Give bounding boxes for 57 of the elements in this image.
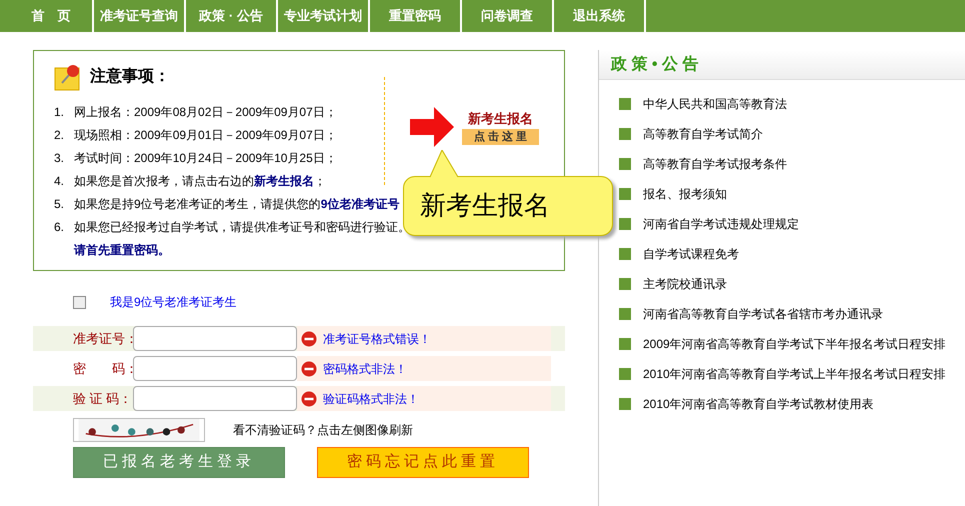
policy-link[interactable]: 高等教育自学考试简介 <box>643 125 763 143</box>
policy-link[interactable]: 2009年河南省高等教育自学考试下半年报名考试日程安排 <box>643 335 946 353</box>
item-number: 2. <box>54 127 66 144</box>
item-number: 3. <box>54 150 66 167</box>
policy-link[interactable]: 2010年河南省高等教育自学考试教材使用表 <box>643 395 874 413</box>
notice-note: 请首先重置密码。 <box>74 242 171 259</box>
policy-link[interactable]: 高等教育自学考试报考条件 <box>643 155 787 173</box>
error-message: 准考证号格式错误！ <box>297 326 551 351</box>
bullet-icon <box>619 398 631 410</box>
callout-bubble: 新考生报名 <box>403 176 613 236</box>
policy-link[interactable]: 自学考试课程免考 <box>643 245 739 263</box>
bullet-icon <box>619 128 631 140</box>
error-message: 验证码格式非法！ <box>297 386 551 411</box>
promo-title[interactable]: 新考生报名 <box>468 109 534 128</box>
field-label: 验 证 码： <box>72 390 133 408</box>
bullet-icon <box>619 98 631 110</box>
bullet-icon <box>619 338 631 350</box>
policy-link[interactable]: 河南省自学考试违规处理规定 <box>643 215 799 233</box>
bullet-icon <box>619 308 631 320</box>
bullet-icon <box>619 218 631 230</box>
input-field[interactable] <box>133 326 297 351</box>
policy-link[interactable]: 报名、报考须知 <box>643 185 727 203</box>
item-number: 6. <box>54 219 66 236</box>
policy-link[interactable]: 中华人民共和国高等教育法 <box>643 95 787 113</box>
notice-item: 现场照相：2009年09月01日－2009年09月07日； <box>74 127 337 144</box>
policy-link[interactable]: 2010年河南省高等教育自学考试上半年报名考试日程安排 <box>643 365 946 383</box>
captcha-hint: 看不清验证码？点击左侧图像刷新 <box>233 422 413 439</box>
checkbox-label[interactable]: 我是9位号老准考证考生 <box>110 293 237 311</box>
input-field[interactable] <box>133 356 297 381</box>
bullet-icon <box>619 368 631 380</box>
bullet-icon <box>619 158 631 170</box>
bullet-icon <box>619 278 631 290</box>
notice-item: 网上报名：2009年08月02日－2009年09月07日； <box>74 104 337 121</box>
callout-tail-icon <box>430 150 460 178</box>
field-label: 准考证号： <box>72 330 133 348</box>
policy-link[interactable]: 河南省高等教育自学考试各省辖市考办通讯录 <box>643 305 883 323</box>
bullet-icon <box>619 188 631 200</box>
checkbox[interactable] <box>73 296 86 308</box>
item-number: 5. <box>54 196 66 213</box>
click-here-button[interactable]: 点 击 这 里 <box>462 128 540 145</box>
error-icon <box>301 360 317 376</box>
pin-note-icon <box>54 63 82 91</box>
item-number: 4. <box>54 173 66 190</box>
notice-item: 如果您是首次报考，请点击右边的新考生报名； <box>74 173 326 190</box>
notice-item: 考试时间：2009年10月24日－2009年10月25日； <box>74 150 337 167</box>
reset-password-button[interactable]: 密码忘记点此重置 <box>317 447 529 478</box>
notice-title: 注意事项： <box>90 66 170 87</box>
policy-link[interactable]: 主考院校通讯录 <box>643 275 727 293</box>
error-icon <box>301 330 317 346</box>
error-message: 密码格式非法！ <box>297 356 551 381</box>
notice-item: 如果您是持9位号老准考证的考生，请提供您的9位老准考证号 <box>74 196 400 213</box>
item-number: 1. <box>54 104 66 121</box>
field-label: 密 码： <box>72 360 133 378</box>
input-field[interactable] <box>133 386 297 411</box>
arrow-icon <box>410 107 454 147</box>
bullet-icon <box>619 248 631 260</box>
error-icon <box>301 390 317 406</box>
